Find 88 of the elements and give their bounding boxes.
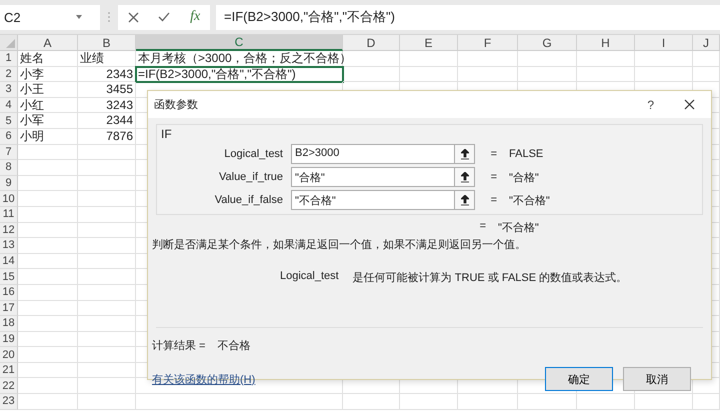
argument-field[interactable]: "合格" bbox=[291, 167, 455, 187]
equals-sign: = bbox=[478, 220, 486, 234]
equals-sign: = bbox=[490, 171, 497, 183]
row-header[interactable]: 4 bbox=[0, 98, 18, 114]
row-header[interactable]: 14 bbox=[0, 254, 18, 270]
row-header[interactable]: 17 bbox=[0, 300, 18, 316]
argument-field[interactable]: B2>3000 bbox=[291, 144, 455, 164]
row-header[interactable]: 13 bbox=[0, 238, 18, 254]
row-header[interactable]: 21 bbox=[0, 362, 18, 378]
row-header[interactable]: 6 bbox=[0, 128, 18, 145]
table-cell: 小李 bbox=[18, 66, 78, 82]
argument-field[interactable]: "不合格" bbox=[291, 190, 455, 210]
argument-label: Value_if_true bbox=[218, 171, 284, 183]
row-header[interactable]: 22 bbox=[0, 378, 18, 394]
table-cell: 本月考核（>3000，合格；反之不合格） bbox=[136, 51, 343, 67]
table-cell: 2344 bbox=[78, 113, 136, 129]
equals-sign: = bbox=[490, 194, 497, 206]
collapse-button[interactable] bbox=[455, 167, 475, 187]
column-header[interactable]: H bbox=[577, 35, 635, 51]
column-header[interactable]: J bbox=[693, 35, 720, 51]
table-cell: 小王 bbox=[18, 82, 78, 98]
table-cell: 业绩 bbox=[78, 51, 136, 67]
column-header[interactable]: D bbox=[343, 35, 400, 51]
table-cell: 小红 bbox=[18, 98, 78, 114]
row-header[interactable]: 1 bbox=[0, 51, 18, 67]
table-cell: 2343 bbox=[78, 66, 136, 82]
argument-result: "不合格" bbox=[508, 194, 550, 208]
column-header[interactable]: F bbox=[458, 35, 518, 51]
dropdown-caret-icon bbox=[76, 15, 82, 19]
equals-sign: = bbox=[490, 148, 497, 160]
row-header[interactable]: 11 bbox=[0, 206, 18, 223]
table-cell: 姓名 bbox=[18, 51, 78, 67]
column-header[interactable]: B bbox=[78, 35, 136, 51]
column-header[interactable]: I bbox=[635, 35, 693, 51]
row-header[interactable]: 3 bbox=[0, 82, 18, 98]
help-link[interactable]: 有关该函数的帮助(H) bbox=[152, 372, 256, 386]
row-header[interactable]: 23 bbox=[0, 394, 18, 410]
cell-reference: C2 bbox=[4, 10, 21, 24]
table-cell: 小军 bbox=[18, 113, 78, 129]
table-cell: 小明 bbox=[18, 128, 78, 145]
table-cell: 3243 bbox=[78, 98, 136, 114]
row-header[interactable]: 7 bbox=[0, 144, 18, 160]
argument-result: "合格" bbox=[508, 170, 539, 184]
row-header[interactable]: 20 bbox=[0, 347, 18, 363]
calc-result-value: 不合格 bbox=[217, 339, 250, 353]
column-header[interactable]: A bbox=[18, 35, 78, 51]
row-header[interactable]: 18 bbox=[0, 316, 18, 332]
dialog-button[interactable]: 确定 bbox=[545, 367, 613, 391]
drag-handle-icon[interactable] bbox=[108, 12, 110, 22]
corner-triangle-icon bbox=[6, 39, 15, 48]
table-cell: 3455 bbox=[78, 82, 136, 98]
row-header[interactable]: 12 bbox=[0, 222, 18, 238]
formula-field[interactable]: =IF(B2>3000,"合格","不合格") bbox=[216, 4, 720, 30]
help-button[interactable]: ? bbox=[647, 98, 654, 112]
insert-function-button[interactable]: fx bbox=[190, 9, 200, 25]
cancel-icon[interactable] bbox=[128, 12, 139, 22]
row-header[interactable]: 16 bbox=[0, 284, 18, 300]
collapse-button[interactable] bbox=[455, 144, 475, 164]
argument-label: Value_if_false bbox=[214, 194, 284, 206]
close-icon[interactable] bbox=[684, 99, 695, 110]
up-arrow-icon bbox=[460, 172, 468, 182]
name-box[interactable]: C2 bbox=[0, 4, 100, 30]
function-name: IF bbox=[160, 127, 173, 141]
collapse-button[interactable] bbox=[455, 190, 475, 210]
argument-label: Logical_test bbox=[223, 148, 284, 160]
dialog-button[interactable]: 取消 bbox=[623, 367, 691, 391]
row-header[interactable]: 2 bbox=[0, 66, 18, 82]
column-header[interactable]: G bbox=[518, 35, 577, 51]
function-description: 判断是否满足某个条件，如果满足返回一个值，如果不满足则返回另一个值。 bbox=[152, 238, 526, 252]
table-cell: 7876 bbox=[78, 128, 136, 145]
row-header[interactable]: 15 bbox=[0, 269, 18, 285]
calc-result-label: 计算结果 = bbox=[152, 339, 206, 353]
argument-help-text: 是任何可能被计算为 TRUE 或 FALSE 的数值或表达式。 bbox=[352, 271, 628, 285]
up-arrow-icon bbox=[460, 148, 468, 160]
row-header[interactable]: 5 bbox=[0, 113, 18, 129]
column-header[interactable]: E bbox=[400, 35, 458, 51]
argument-result: FALSE bbox=[508, 148, 544, 160]
row-header[interactable]: 8 bbox=[0, 160, 18, 176]
table-cell: =IF(B2>3000,"合格","不合格") bbox=[136, 66, 343, 82]
argument-help-name: Logical_test bbox=[280, 270, 339, 284]
column-header[interactable]: C bbox=[136, 35, 343, 51]
row-header[interactable]: 9 bbox=[0, 176, 18, 192]
row-header[interactable]: 10 bbox=[0, 191, 18, 207]
dialog-title: 函数参数 bbox=[154, 98, 198, 112]
formula-result: "不合格" bbox=[497, 221, 539, 235]
row-header[interactable]: 19 bbox=[0, 332, 18, 348]
check-icon[interactable] bbox=[158, 12, 170, 22]
up-arrow-icon bbox=[460, 194, 468, 206]
